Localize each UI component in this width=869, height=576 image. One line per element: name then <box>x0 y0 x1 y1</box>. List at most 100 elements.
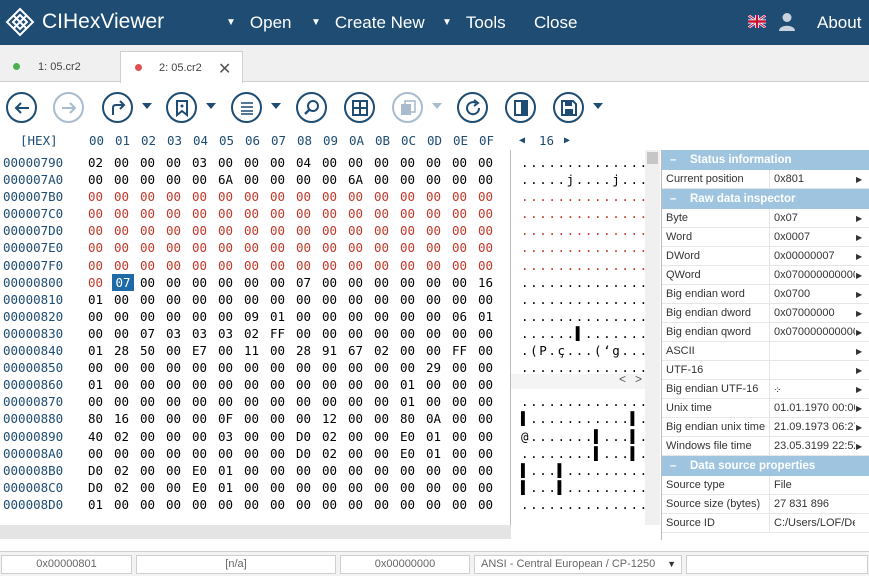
hex-byte[interactable]: 00 <box>322 496 344 513</box>
hex-byte[interactable]: 16 <box>114 410 136 427</box>
hex-byte[interactable]: 00 <box>452 325 474 342</box>
hex-byte[interactable]: 00 <box>374 257 396 274</box>
hex-byte[interactable]: 00 <box>296 188 318 205</box>
menu-create-new[interactable]: ▼ Create New <box>311 13 425 33</box>
hex-byte[interactable]: 00 <box>166 205 188 222</box>
text-row[interactable]: ▌...........▌... <box>521 410 660 427</box>
hex-byte[interactable]: 00 <box>140 445 162 462</box>
hex-byte[interactable]: 00 <box>426 496 448 513</box>
hex-byte[interactable]: D0 <box>88 462 110 479</box>
hex-byte[interactable]: 00 <box>452 188 474 205</box>
hex-byte[interactable]: 00 <box>478 410 500 427</box>
hex-byte[interactable]: 00 <box>296 393 318 410</box>
hex-byte[interactable]: 00 <box>114 205 136 222</box>
bookmark-dropdown-icon[interactable] <box>206 103 216 109</box>
hex-byte[interactable]: 00 <box>192 376 214 393</box>
hex-byte[interactable]: 00 <box>140 154 162 171</box>
hex-byte[interactable]: 03 <box>192 325 214 342</box>
hex-byte[interactable]: 00 <box>478 239 500 256</box>
hex-byte[interactable]: 00 <box>166 462 188 479</box>
hex-byte[interactable]: 00 <box>374 428 396 445</box>
hex-byte[interactable]: 00 <box>140 462 162 479</box>
property-row[interactable]: Word 0x0007 ▶ <box>662 228 869 247</box>
hex-byte[interactable]: 00 <box>270 445 292 462</box>
hex-byte[interactable]: 00 <box>140 410 162 427</box>
hex-byte[interactable]: 00 <box>348 239 370 256</box>
hex-byte[interactable]: 00 <box>114 393 136 410</box>
text-row[interactable]: ................ <box>521 393 660 410</box>
hex-byte[interactable]: 00 <box>452 359 474 376</box>
hex-byte[interactable]: 00 <box>218 342 240 359</box>
hex-byte[interactable]: 00 <box>166 479 188 496</box>
hex-byte[interactable]: 00 <box>400 291 422 308</box>
hex-byte[interactable]: 00 <box>296 325 318 342</box>
hex-byte[interactable]: 00 <box>114 171 136 188</box>
hex-byte[interactable]: 00 <box>270 188 292 205</box>
hex-byte[interactable]: 00 <box>452 154 474 171</box>
hex-byte[interactable]: 00 <box>270 342 292 359</box>
hex-byte[interactable]: 02 <box>244 325 266 342</box>
hex-byte[interactable]: 00 <box>478 205 500 222</box>
hex-byte[interactable]: 01 <box>426 445 448 462</box>
panel-section-header[interactable]: – Data source properties <box>662 456 869 476</box>
hex-byte[interactable]: 00 <box>452 239 474 256</box>
hex-byte[interactable]: 02 <box>322 428 344 445</box>
hex-byte[interactable]: 00 <box>322 274 344 291</box>
hex-byte[interactable]: 00 <box>270 393 292 410</box>
encoding-select[interactable]: ANSI - Central European / CP-1250 ▼ <box>474 555 682 574</box>
hex-byte[interactable]: 00 <box>88 205 110 222</box>
hex-byte[interactable]: 00 <box>348 393 370 410</box>
hex-byte[interactable]: 00 <box>244 359 266 376</box>
expand-arrow-icon[interactable]: ▶ <box>856 266 862 285</box>
text-row[interactable]: @.......▌...▌... <box>521 428 660 445</box>
hex-byte[interactable]: 00 <box>426 188 448 205</box>
text-row[interactable]: ................ <box>521 257 660 274</box>
hex-byte[interactable]: 11 <box>244 342 266 359</box>
hex-byte[interactable]: 00 <box>452 445 474 462</box>
hex-byte[interactable]: E0 <box>192 462 214 479</box>
hex-byte[interactable]: 00 <box>478 359 500 376</box>
hex-byte[interactable]: 00 <box>218 222 240 239</box>
hex-byte[interactable]: 00 <box>192 428 214 445</box>
hex-byte[interactable]: 00 <box>452 274 474 291</box>
hex-byte[interactable]: 00 <box>88 222 110 239</box>
hex-byte[interactable]: 00 <box>348 222 370 239</box>
hex-byte[interactable]: 00 <box>114 188 136 205</box>
hex-byte[interactable]: 00 <box>114 325 136 342</box>
text-row[interactable]: ................ <box>521 239 660 256</box>
hex-byte[interactable]: 00 <box>400 496 422 513</box>
hex-byte[interactable]: 00 <box>374 393 396 410</box>
property-row[interactable]: Big endian UTF-16 ܀ ▶ <box>662 380 869 399</box>
text-row[interactable]: ................ <box>521 274 660 291</box>
hex-byte[interactable]: 03 <box>192 154 214 171</box>
text-row[interactable]: ................ <box>521 308 660 325</box>
hex-byte[interactable]: 50 <box>140 342 162 359</box>
hex-byte[interactable]: 00 <box>322 325 344 342</box>
hex-byte[interactable]: 03 <box>218 428 240 445</box>
hex-byte[interactable]: 00 <box>166 428 188 445</box>
expand-arrow-icon[interactable]: ▶ <box>856 228 862 247</box>
hex-byte[interactable]: 00 <box>140 257 162 274</box>
hex-byte[interactable]: 00 <box>374 274 396 291</box>
hex-byte[interactable]: E0 <box>400 445 422 462</box>
hex-byte[interactable]: 00 <box>140 291 162 308</box>
hex-byte[interactable]: 00 <box>478 154 500 171</box>
hex-byte[interactable]: 00 <box>400 462 422 479</box>
hex-byte[interactable]: 00 <box>270 462 292 479</box>
hex-byte[interactable]: 00 <box>452 479 474 496</box>
hex-byte[interactable]: E0 <box>192 479 214 496</box>
property-row[interactable]: ASCII ▶ <box>662 342 869 361</box>
hex-byte[interactable]: 00 <box>244 393 266 410</box>
hex-byte[interactable]: 00 <box>374 410 396 427</box>
text-row[interactable]: ......▌......... <box>521 325 660 342</box>
property-row[interactable]: Big endian qword 0x0700000000000000▶ <box>662 323 869 342</box>
hex-byte[interactable]: 00 <box>296 257 318 274</box>
text-row[interactable]: .(P.ç...(‘g..... <box>521 342 660 359</box>
property-row[interactable]: QWord 0x0700000000000000▶ <box>662 266 869 285</box>
hex-byte[interactable]: 00 <box>348 496 370 513</box>
property-row[interactable]: Unix time 01.01.1970 00:00:07▶ <box>662 399 869 418</box>
hex-byte[interactable]: 00 <box>114 291 136 308</box>
hex-byte[interactable]: E7 <box>192 342 214 359</box>
hex-byte[interactable]: 00 <box>374 325 396 342</box>
hex-byte[interactable]: 00 <box>166 376 188 393</box>
